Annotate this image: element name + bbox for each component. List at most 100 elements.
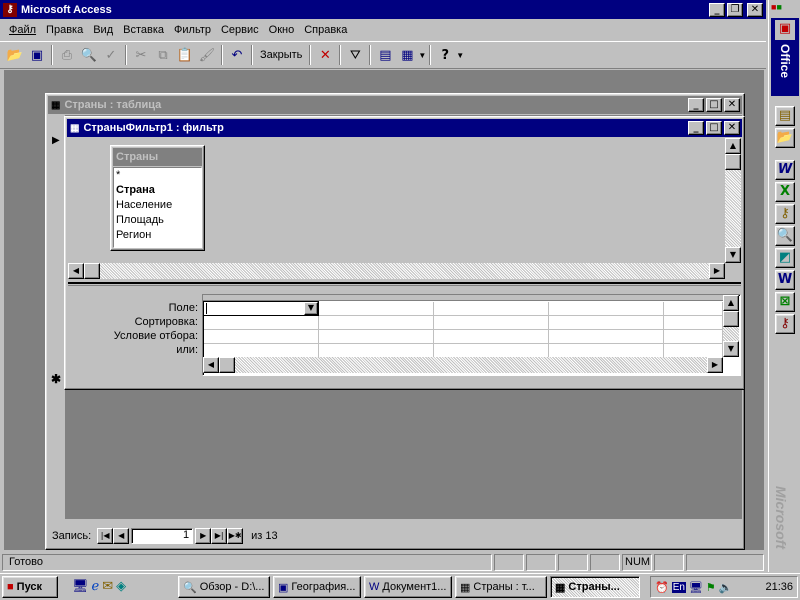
outlook-icon[interactable]: ✉ — [102, 578, 113, 596]
filter-minimize-icon[interactable]: _ — [688, 121, 704, 135]
field-cell-1[interactable]: ▼ — [203, 301, 319, 316]
field-cell-3[interactable] — [433, 301, 549, 316]
grid-scroll-left-icon[interactable]: ◀ — [203, 357, 219, 373]
menu-view[interactable]: Вид — [88, 21, 118, 39]
current-record-arrow-icon[interactable]: ▶ — [52, 135, 60, 146]
sort-cell[interactable] — [203, 315, 319, 330]
new-record-nav-icon[interactable]: ▶✱ — [227, 528, 244, 544]
field-item-star[interactable]: * — [116, 168, 201, 183]
language-indicator[interactable]: En — [671, 581, 686, 593]
new-object-icon[interactable]: ▦ — [396, 44, 418, 66]
new-document-icon[interactable]: ▤ — [775, 106, 795, 126]
paste-icon[interactable]: 📋 — [174, 44, 196, 66]
excel-icon[interactable]: X — [775, 182, 795, 202]
print-icon[interactable]: ⎙ — [56, 44, 78, 66]
word-doc-icon[interactable]: W — [775, 270, 795, 290]
table-minimize-icon[interactable]: _ — [688, 98, 704, 112]
filter-maximize-icon[interactable]: □ — [706, 121, 722, 135]
last-record-icon[interactable]: ▶| — [211, 528, 228, 544]
find-icon[interactable]: 🔍 — [775, 226, 795, 246]
menu-help[interactable]: Справка — [299, 21, 352, 39]
filter-icon[interactable]: ⛛ — [344, 44, 366, 66]
access-db-icon[interactable]: ⚷ — [775, 314, 795, 334]
upper-hscroll-thumb[interactable] — [84, 263, 100, 279]
field-cell-4[interactable] — [548, 301, 664, 316]
word-icon[interactable]: W — [775, 160, 795, 180]
binder-icon[interactable]: ◩ — [775, 248, 795, 268]
field-item-country[interactable]: Страна — [116, 183, 201, 198]
grid-hscroll-thumb[interactable] — [219, 357, 235, 373]
excel-sheet-icon[interactable]: ⊠ — [775, 292, 795, 312]
grid-vscrollbar[interactable]: ▲ ▼ — [723, 295, 739, 357]
ie-icon[interactable]: ℯ — [92, 578, 100, 596]
pane-splitter[interactable] — [68, 282, 741, 286]
first-record-icon[interactable]: |◀ — [97, 528, 114, 544]
help-icon[interactable]: ? — [434, 44, 456, 66]
task-explorer[interactable]: 🔍 Обзор - D:\... — [178, 576, 270, 598]
prev-record-icon[interactable]: ◀ — [113, 528, 130, 544]
task-countries-table[interactable]: ▦ Страны : т... — [455, 576, 547, 598]
menu-tools[interactable]: Сервис — [216, 21, 264, 39]
format-painter-icon[interactable]: 🖌 — [196, 44, 218, 66]
menu-insert[interactable]: Вставка — [118, 21, 169, 39]
channels-icon[interactable]: ◈ — [116, 578, 126, 596]
database-window-icon[interactable]: ▤ — [374, 44, 396, 66]
menu-edit[interactable]: Правка — [41, 21, 88, 39]
task-document[interactable]: W Документ1... — [364, 576, 452, 598]
field-cell-5[interactable] — [663, 301, 723, 316]
access-key-icon[interactable]: ⚷ — [3, 2, 17, 17]
volume-icon[interactable]: 🔈 — [719, 581, 733, 594]
spelling-icon[interactable]: ✓ — [100, 44, 122, 66]
tray-monitor-icon[interactable]: 🖥 — [689, 581, 703, 594]
copy-icon[interactable]: ⧉ — [152, 44, 174, 66]
field-item-region[interactable]: Регион — [116, 228, 201, 243]
tray-network-icon[interactable]: ⚑ — [706, 581, 716, 594]
close-filter-button[interactable]: Закрыть — [256, 45, 306, 65]
or-cell[interactable] — [203, 343, 319, 358]
save-icon[interactable]: ▣ — [26, 44, 48, 66]
start-button[interactable]: ■ Пуск — [2, 576, 58, 598]
record-number-input[interactable]: 1 — [131, 528, 194, 544]
field-dropdown-icon[interactable]: ▼ — [304, 302, 318, 315]
upper-vscroll-thumb[interactable] — [725, 154, 741, 170]
scroll-down-icon[interactable]: ▼ — [725, 247, 741, 263]
field-item-area[interactable]: Площадь — [116, 213, 201, 228]
task-geography[interactable]: ▣ География... — [273, 576, 361, 598]
minimize-icon[interactable]: _ — [709, 2, 725, 17]
delete-icon[interactable]: ✕ — [314, 44, 336, 66]
table-maximize-icon[interactable]: □ — [706, 98, 722, 112]
grid-scroll-up-icon[interactable]: ▲ — [723, 295, 739, 311]
open-document-icon[interactable]: 📂 — [775, 128, 795, 148]
close-icon[interactable]: ✕ — [747, 2, 763, 17]
field-cell-2[interactable] — [318, 301, 434, 316]
new-object-dropdown-icon[interactable]: ▼ — [418, 51, 426, 60]
menu-file[interactable]: Файл — [4, 21, 41, 39]
upper-hscrollbar[interactable]: ◀ ▶ — [68, 263, 725, 279]
scroll-left-icon[interactable]: ◀ — [68, 263, 84, 279]
field-item-population[interactable]: Население — [116, 198, 201, 213]
grid-vscroll-thumb[interactable] — [723, 311, 739, 327]
undo-icon[interactable]: ↶ — [226, 44, 248, 66]
access-key-icon-2[interactable]: ⚷ — [775, 204, 795, 224]
upper-vscrollbar[interactable]: ▲ ▼ — [725, 138, 741, 263]
cut-icon[interactable]: ✂ — [130, 44, 152, 66]
next-record-icon[interactable]: ▶ — [195, 528, 212, 544]
grid-hscrollbar[interactable]: ◀ ▶ — [203, 357, 723, 373]
field-list-title[interactable]: Страны — [113, 148, 202, 166]
filter-close-icon[interactable]: ✕ — [724, 121, 740, 135]
table-close-icon[interactable]: ✕ — [724, 98, 740, 112]
new-record-icon[interactable]: ✱ — [51, 372, 61, 386]
grid-scroll-down-icon[interactable]: ▼ — [723, 341, 739, 357]
office-bar-menu-icon[interactable]: ■■ — [771, 2, 797, 16]
task-countries-filter[interactable]: ▦ Страны... — [550, 576, 640, 598]
open-folder-icon[interactable]: 📂 — [4, 44, 26, 66]
print-preview-icon[interactable]: 🔍 — [78, 44, 100, 66]
field-list-box[interactable]: Страны * Страна Население Площадь Регион — [110, 145, 205, 251]
menu-window[interactable]: Окно — [264, 21, 300, 39]
grid-scroll-right-icon[interactable]: ▶ — [707, 357, 723, 373]
scroll-right-icon[interactable]: ▶ — [709, 263, 725, 279]
menu-filter[interactable]: Фильтр — [169, 21, 216, 39]
office-logo-icon[interactable]: ▣ — [775, 20, 795, 40]
tray-clock-icon[interactable]: ⏰ — [655, 581, 669, 594]
scroll-up-icon[interactable]: ▲ — [725, 138, 741, 154]
